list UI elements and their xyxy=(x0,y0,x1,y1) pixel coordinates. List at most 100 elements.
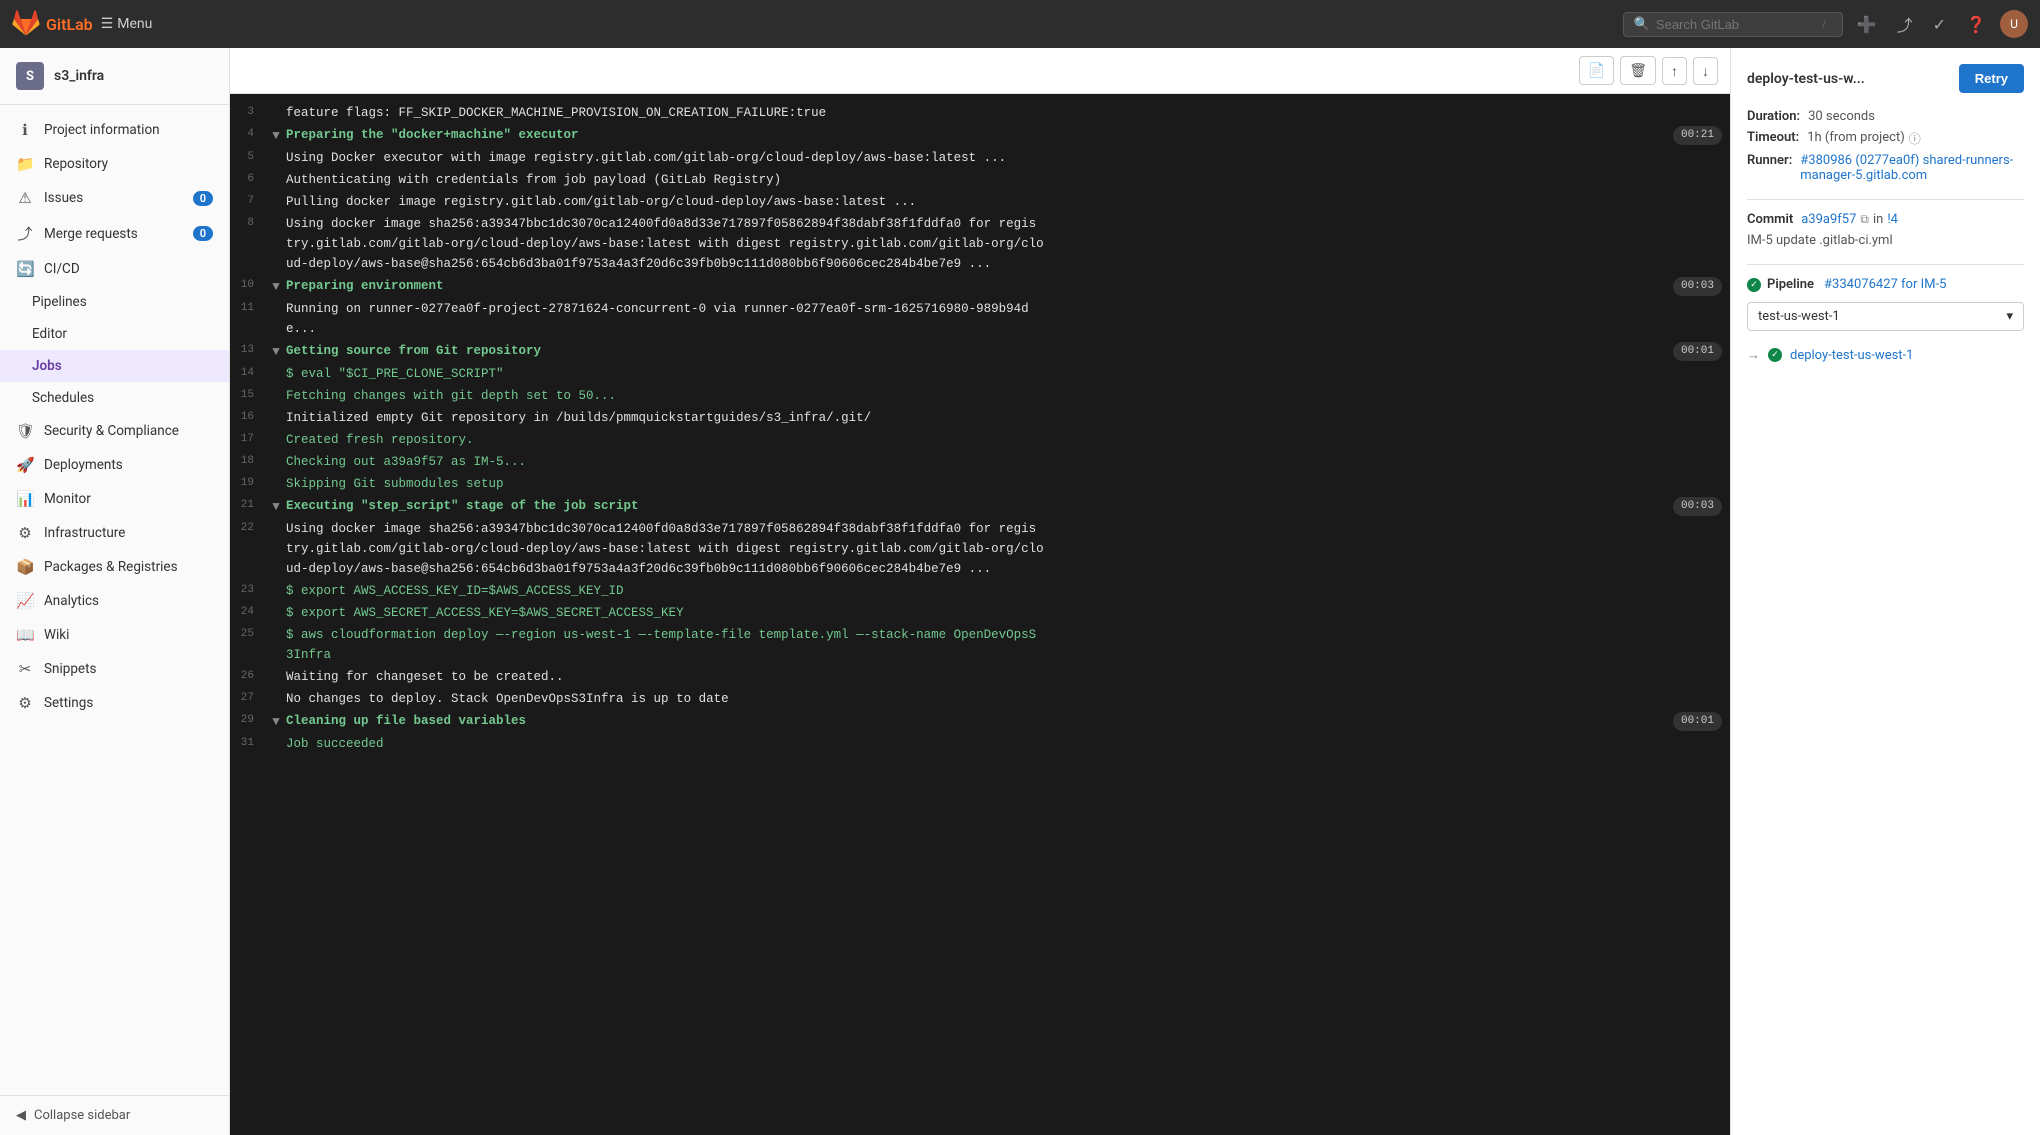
sidebar-item-infrastructure[interactable]: ⚙ Infrastructure xyxy=(0,516,229,550)
monitor-icon: 📊 xyxy=(16,490,34,508)
user-avatar-icon[interactable]: U xyxy=(2000,10,2028,38)
search-input[interactable] xyxy=(1656,17,1816,32)
line-number: 31 xyxy=(230,734,266,753)
sidebar-item-schedules[interactable]: Schedules xyxy=(0,382,229,414)
line-toggle-spacer xyxy=(266,667,286,668)
log-line: 31 Job succeeded xyxy=(230,733,1730,755)
timeout-value: 1h (from project) xyxy=(1807,130,1905,145)
line-number: 22 xyxy=(230,519,266,538)
sidebar-item-project-information[interactable]: ℹ Project information xyxy=(0,113,229,147)
log-text: feature flags: FF_SKIP_DOCKER_MACHINE_PR… xyxy=(286,103,1730,123)
todo-icon[interactable]: ✓ xyxy=(1927,15,1952,34)
section-toggle[interactable]: ▼ xyxy=(266,711,286,732)
sidebar-item-label: Deployments xyxy=(44,457,123,473)
deployments-icon: 🚀 xyxy=(16,456,34,474)
sidebar-item-monitor[interactable]: 📊 Monitor xyxy=(0,482,229,516)
sidebar-item-wiki[interactable]: 📖 Wiki xyxy=(0,618,229,652)
sidebar-item-analytics[interactable]: 📈 Analytics xyxy=(0,584,229,618)
log-line: 19 Skipping Git submodules setup xyxy=(230,473,1730,495)
pipeline-success-icon xyxy=(1747,278,1761,292)
retry-button[interactable]: Retry xyxy=(1959,64,2024,93)
line-toggle-spacer xyxy=(266,689,286,690)
line-number: 25 xyxy=(230,625,266,644)
sidebar-item-pipelines[interactable]: Pipelines xyxy=(0,286,229,318)
commit-branch-link[interactable]: !4 xyxy=(1887,212,1898,227)
plus-icon[interactable]: ➕ xyxy=(1851,15,1883,34)
gitlab-logo[interactable]: GitLab xyxy=(12,10,93,38)
log-line: 22 Using docker image sha256:a39347bbc1d… xyxy=(230,518,1730,580)
issues-badge: 0 xyxy=(193,191,213,206)
merge-request-icon[interactable]: ⤴ xyxy=(1891,12,1919,36)
log-text: Initialized empty Git repository in /bui… xyxy=(286,408,1730,428)
line-toggle-spacer xyxy=(266,474,286,475)
log-line: 5 Using Docker executor with image regis… xyxy=(230,147,1730,169)
commit-hash-link[interactable]: a39a9f57 xyxy=(1801,212,1856,227)
sidebar-item-issues[interactable]: ⚠ Issues 0 xyxy=(0,181,229,215)
cicd-icon: 🔄 xyxy=(16,260,34,278)
sidebar-item-label: Security & Compliance xyxy=(44,423,179,439)
sidebar-item-label: Project information xyxy=(44,122,160,138)
erase-log-button[interactable]: 🗑 xyxy=(1620,56,1656,85)
sidebar-item-deployments[interactable]: 🚀 Deployments xyxy=(0,448,229,482)
search-bar[interactable]: 🔍 / xyxy=(1623,12,1843,37)
commit-section: Commit a39a9f57 ⧉ in !4 IM-5 update .git… xyxy=(1747,212,2024,248)
snippets-icon: ✂ xyxy=(16,660,34,678)
section-toggle[interactable]: ▼ xyxy=(266,276,286,297)
sidebar-item-security-compliance[interactable]: 🛡 Security & Compliance xyxy=(0,414,229,448)
scroll-bottom-button[interactable]: ↓ xyxy=(1693,57,1718,85)
menu-label: Menu xyxy=(117,16,152,32)
sidebar-item-repository[interactable]: 📁 Repository xyxy=(0,147,229,181)
section-toggle[interactable]: ▼ xyxy=(266,125,286,146)
section-toggle[interactable]: ▼ xyxy=(266,341,286,362)
timeout-label: Timeout: xyxy=(1747,130,1799,145)
log-line: 7 Pulling docker image registry.gitlab.c… xyxy=(230,191,1730,213)
current-job-link[interactable]: deploy-test-us-west-1 xyxy=(1790,348,1913,363)
commit-message: IM-5 update .gitlab-ci.yml xyxy=(1747,233,1893,248)
project-header[interactable]: S s3_infra xyxy=(0,48,229,105)
sidebar-item-jobs[interactable]: Jobs xyxy=(0,350,229,382)
search-shortcut: / xyxy=(1822,18,1827,31)
log-text: Checking out a39a9f57 as IM-5... xyxy=(286,452,1730,472)
main-content: 📄 🗑 ↑ ↓ 3 feature flags: FF_SKIP_DOCKER_… xyxy=(230,48,1730,1135)
timeout-info-icon[interactable]: ⓘ xyxy=(1909,130,1921,147)
commit-label: Commit xyxy=(1747,212,1793,227)
divider xyxy=(1747,199,2024,200)
sidebar-item-editor[interactable]: Editor xyxy=(0,318,229,350)
pipeline-link[interactable]: #334076427 for IM-5 xyxy=(1824,277,1946,292)
sidebar-item-packages-registries[interactable]: 📦 Packages & Registries xyxy=(0,550,229,584)
log-line: 16 Initialized empty Git repository in /… xyxy=(230,407,1730,429)
log-line-section: 29 ▼ Cleaning up file based variables 00… xyxy=(230,710,1730,733)
line-toggle-spacer xyxy=(266,299,286,300)
gitlab-wordmark: GitLab xyxy=(46,15,93,34)
line-toggle-spacer xyxy=(266,734,286,735)
pipeline-section: Pipeline #334076427 for IM-5 test-us-wes… xyxy=(1747,277,2024,367)
runner-link[interactable]: #380986 (0277ea0f) shared-runners-manage… xyxy=(1800,153,2024,183)
branch-dropdown[interactable]: test-us-west-1 ▾ xyxy=(1747,302,2024,331)
sidebar-item-label: Wiki xyxy=(44,627,69,643)
copy-icon[interactable]: ⧉ xyxy=(1860,212,1869,227)
menu-button[interactable]: ☰ Menu xyxy=(101,16,153,32)
log-text: $ export AWS_ACCESS_KEY_ID=$AWS_ACCESS_K… xyxy=(286,581,1730,601)
sidebar-item-snippets[interactable]: ✂ Snippets xyxy=(0,652,229,686)
section-toggle[interactable]: ▼ xyxy=(266,496,286,517)
log-line: 25 $ aws cloudformation deploy —-region … xyxy=(230,624,1730,666)
sidebar-item-cicd[interactable]: 🔄 CI/CD xyxy=(0,252,229,286)
right-panel: deploy-test-us-w... Retry Duration: 30 s… xyxy=(1730,48,2040,1135)
line-toggle-spacer xyxy=(266,192,286,193)
scroll-top-button[interactable]: ↑ xyxy=(1662,57,1687,85)
collapse-sidebar-button[interactable]: ◀ Collapse sidebar xyxy=(0,1095,229,1135)
project-information-icon: ℹ xyxy=(16,121,34,139)
job-log: 3 feature flags: FF_SKIP_DOCKER_MACHINE_… xyxy=(230,94,1730,1135)
arrow-right-icon: → xyxy=(1747,347,1760,363)
sidebar-item-merge-requests[interactable]: ⤴ Merge requests 0 xyxy=(0,215,229,252)
sidebar-item-label: Jobs xyxy=(32,358,62,374)
line-toggle-spacer xyxy=(266,519,286,520)
line-number: 14 xyxy=(230,364,266,383)
raw-log-button[interactable]: 📄 xyxy=(1579,56,1614,85)
line-number: 11 xyxy=(230,299,266,318)
commit-row: Commit a39a9f57 ⧉ in !4 xyxy=(1747,212,2024,227)
help-icon[interactable]: ❓ xyxy=(1960,15,1992,34)
project-name: s3_infra xyxy=(54,68,104,84)
infrastructure-icon: ⚙ xyxy=(16,524,34,542)
sidebar-item-settings[interactable]: ⚙ Settings xyxy=(0,686,229,720)
